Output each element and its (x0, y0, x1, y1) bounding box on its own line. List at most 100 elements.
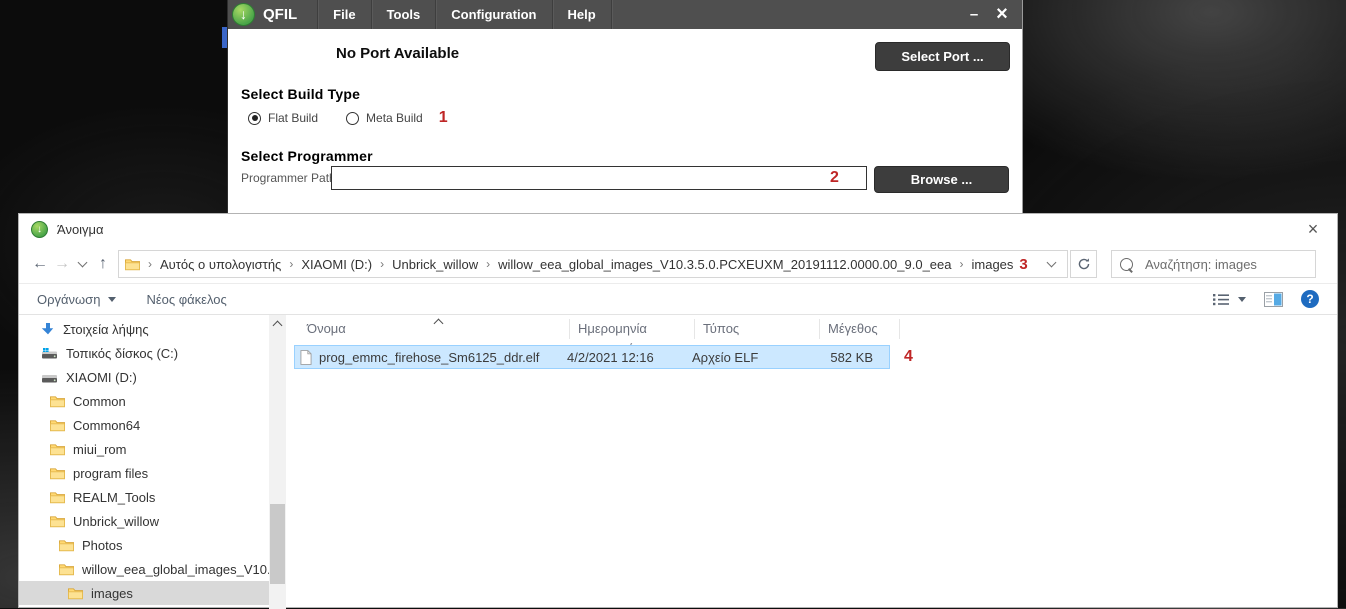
organize-caret-icon (108, 296, 117, 302)
sidebar-item-local-disk-c[interactable]: Τοπικός δίσκος (C:) (19, 341, 269, 365)
file-date-cell: 4/2/2021 12:16 (567, 349, 654, 365)
qfil-window-title: QFIL (263, 6, 298, 23)
sidebar-item-common[interactable]: Common (19, 389, 269, 413)
qfil-titlebar: QFIL File Tools Configuration Help – × (228, 0, 1022, 29)
history-chevron-icon[interactable] (77, 257, 88, 268)
column-name[interactable]: Όνομα (295, 319, 570, 339)
menu-divider (610, 0, 613, 29)
chevron-right-icon: › (380, 257, 385, 271)
sidebar-item-xiaomi-d[interactable]: XIAOMI (D:) (19, 365, 269, 389)
up-icon[interactable]: ↑ (92, 255, 114, 273)
folder-icon (50, 467, 65, 480)
chevron-right-icon: › (148, 257, 152, 271)
new-folder-button[interactable]: Νέος φάκελος (146, 292, 226, 307)
system-drive-icon (41, 347, 58, 360)
file-icon (300, 349, 312, 365)
programmer-path-input[interactable] (331, 166, 867, 190)
organize-label: Οργάνωση (37, 291, 101, 307)
breadcrumb-rom-folder[interactable]: willow_eea_global_images_V10.3.5.0.PCXEU… (498, 257, 951, 272)
preview-pane-button[interactable] (1264, 291, 1283, 307)
sidebar-item-downloads[interactable]: Στοιχεία λήψης (19, 317, 269, 341)
browse-button[interactable]: Browse ... (874, 166, 1009, 193)
programmer-heading: Select Programmer (241, 148, 373, 164)
dialog-toolbar: Οργάνωση Νέος φάκελος ? (19, 283, 1337, 315)
sidebar-item-photos[interactable]: Photos (19, 533, 269, 557)
sidebar-item-realm-tools[interactable]: REALM_Tools (19, 485, 269, 509)
annotation-1: 1 (438, 109, 448, 126)
navigation-bar: ← → ↑ › Αυτός ο υπολογιστής › XIAOMI (D:… (19, 245, 1337, 283)
dialog-close-button[interactable]: × (1301, 214, 1325, 245)
search-icon (1117, 254, 1136, 274)
menu-configuration[interactable]: Configuration (435, 0, 551, 29)
back-icon[interactable]: ← (29, 255, 51, 273)
breadcrumb-drive-d[interactable]: XIAOMI (D:) (301, 257, 372, 272)
chevron-right-icon: › (289, 257, 294, 271)
desktop: { "annotations": { "n1": "1", "n2": "2",… (0, 0, 1346, 609)
column-date-modified[interactable]: Ημερομηνία τροποποί... (570, 319, 695, 356)
folder-icon (59, 563, 74, 576)
folder-icon (59, 539, 74, 552)
folder-icon (50, 443, 65, 456)
menu-file[interactable]: File (317, 0, 370, 29)
breadcrumb-unbrick-willow[interactable]: Unbrick_willow (392, 257, 478, 272)
sidebar-item-miui-rom[interactable]: miui_rom (19, 437, 269, 461)
open-file-dialog: Άνοιγμα × ← → ↑ › Αυτός ο υπολογιστής › … (18, 213, 1338, 609)
qfil-window-controls: – × (960, 0, 1022, 29)
breadcrumb-images[interactable]: images (972, 257, 1014, 272)
forward-icon[interactable]: → (51, 255, 73, 273)
organize-button[interactable]: Οργάνωση (37, 291, 117, 307)
breadcrumb-this-pc[interactable]: Αυτός ο υπολογιστής (160, 257, 281, 272)
annotation-2: 2 (830, 169, 839, 186)
details-view-icon (1213, 293, 1229, 305)
toolbar-right-icons: ? (1213, 290, 1319, 308)
file-size-cell: 582 KB (830, 349, 873, 365)
qfil-logo-icon (232, 3, 255, 26)
annotation-4: 4 (904, 348, 913, 365)
file-name-cell: prog_emmc_firehose_Sm6125_ddr.elf (295, 350, 567, 365)
sidebar-item-images[interactable]: images (19, 581, 269, 605)
file-row-selected[interactable]: prog_emmc_firehose_Sm6125_ddr.elf 4/2/20… (294, 345, 890, 369)
preview-pane-icon (1264, 291, 1283, 307)
flat-build-radio[interactable] (248, 111, 261, 125)
folder-icon (50, 515, 65, 528)
view-caret-icon (1238, 296, 1246, 302)
minimize-button[interactable]: – (960, 0, 988, 29)
refresh-button[interactable] (1070, 250, 1097, 278)
refresh-icon (1078, 258, 1089, 270)
file-list: Όνομα Ημερομηνία τροποποί... Τύπος Μέγεθ… (286, 315, 1337, 609)
column-type[interactable]: Τύπος (695, 319, 820, 339)
column-headers: Όνομα Ημερομηνία τροποποί... Τύπος Μέγεθ… (295, 315, 1337, 356)
folder-tree: Στοιχεία λήψης Τοπικός δίσκος (C:) XIAOM… (19, 315, 269, 609)
folder-icon (50, 491, 65, 504)
annotation-3: 3 (1019, 255, 1028, 273)
download-icon (41, 322, 55, 336)
select-port-button[interactable]: Select Port ... (875, 42, 1010, 71)
drive-icon (41, 371, 58, 384)
sidebar-item-willow-images[interactable]: willow_eea_global_images_V10.3 (19, 557, 269, 581)
build-type-options: Flat Build Meta Build 1 (248, 109, 448, 127)
scrollbar-thumb[interactable] (270, 504, 285, 584)
dialog-title: Άνοιγμα (57, 222, 104, 237)
change-view-button[interactable] (1213, 293, 1246, 306)
address-dropdown-icon[interactable] (1046, 257, 1057, 268)
dialog-content: Στοιχεία λήψης Τοπικός δίσκος (C:) XIAOM… (19, 315, 1337, 609)
file-type-cell: Αρχείο ELF (692, 349, 759, 365)
sidebar-item-unbrick-willow[interactable]: Unbrick_willow (19, 509, 269, 533)
folder-icon (50, 395, 65, 408)
meta-build-radio[interactable] (346, 111, 360, 125)
sidebar-scrollbar[interactable] (269, 315, 286, 609)
chevron-right-icon: › (959, 257, 964, 271)
help-button[interactable]: ? (1301, 290, 1319, 308)
search-box (1111, 250, 1316, 278)
sidebar-item-common64[interactable]: Common64 (19, 413, 269, 437)
qfil-menubar: File Tools Configuration Help (317, 0, 613, 29)
close-button[interactable]: × (988, 1, 1016, 28)
folder-icon (125, 258, 140, 270)
scrollbar-up-icon[interactable] (269, 315, 286, 332)
folder-icon (50, 419, 65, 432)
column-size[interactable]: Μέγεθος (820, 319, 900, 339)
sidebar-item-program-files[interactable]: program files (19, 461, 269, 485)
search-input[interactable] (1143, 255, 1307, 273)
menu-help[interactable]: Help (551, 0, 611, 29)
menu-tools[interactable]: Tools (370, 0, 436, 29)
